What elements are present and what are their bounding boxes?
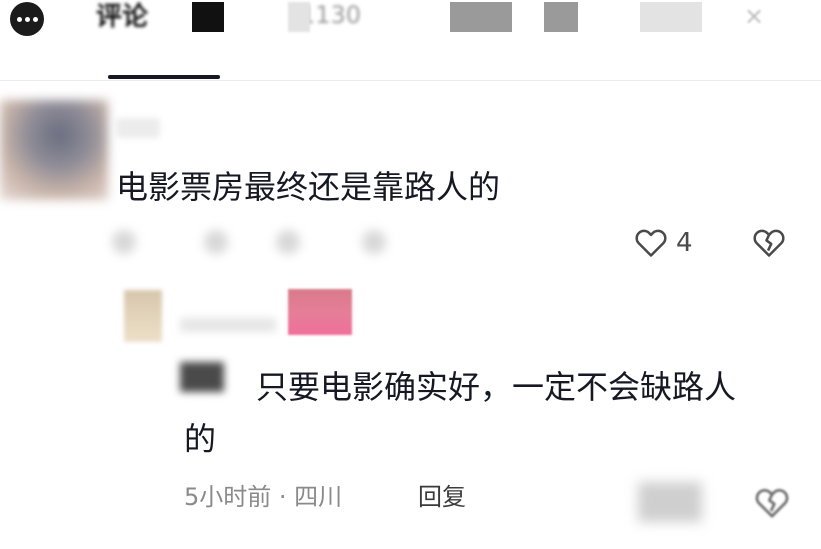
tab-blurred-4[interactable]: [544, 2, 578, 32]
reply-text-continued: 的: [184, 420, 217, 458]
reply-badge-blurred: [288, 289, 352, 335]
username-blurred[interactable]: [116, 118, 160, 138]
tab-blurred-5[interactable]: [640, 2, 702, 32]
action-dot-2[interactable]: [204, 230, 228, 254]
tab-blurred-1[interactable]: [192, 2, 224, 32]
reply-area-blur: [458, 478, 608, 518]
reply-username-blurred[interactable]: [180, 318, 276, 332]
reply-prefix-blurred: [180, 362, 224, 392]
reply-text: 只要电影确实好，一定不会缺路人: [256, 368, 737, 406]
comment-text: 电影票房最终还是靠路人的: [116, 168, 501, 206]
heart-outline-icon[interactable]: [632, 223, 670, 261]
reply-avatar[interactable]: [124, 290, 162, 342]
close-icon[interactable]: ×: [744, 2, 774, 32]
reply-like-blurred[interactable]: [638, 482, 702, 522]
avatar[interactable]: [0, 100, 108, 200]
action-dot-1[interactable]: [112, 230, 136, 254]
like-count: 4: [676, 228, 693, 258]
tab-divider: [0, 80, 821, 81]
broken-heart-icon[interactable]: [752, 482, 792, 522]
tab-comments[interactable]: 评论: [96, 2, 162, 32]
tab-count[interactable]: 1130: [300, 0, 400, 30]
broken-heart-icon[interactable]: [750, 223, 788, 261]
tab-blurred-3[interactable]: [450, 2, 512, 32]
action-dot-4[interactable]: [362, 230, 386, 254]
reply-meta-separator: ·: [271, 483, 295, 511]
action-dot-3[interactable]: [276, 230, 300, 254]
tab-blurred-2: [288, 2, 310, 32]
reply-time: 5小时前: [184, 483, 272, 511]
active-tab-indicator: [108, 75, 220, 79]
reply-meta: 5小时前 · 四川: [184, 480, 342, 514]
more-icon[interactable]: [10, 2, 44, 36]
reply-location: 四川: [294, 483, 343, 511]
